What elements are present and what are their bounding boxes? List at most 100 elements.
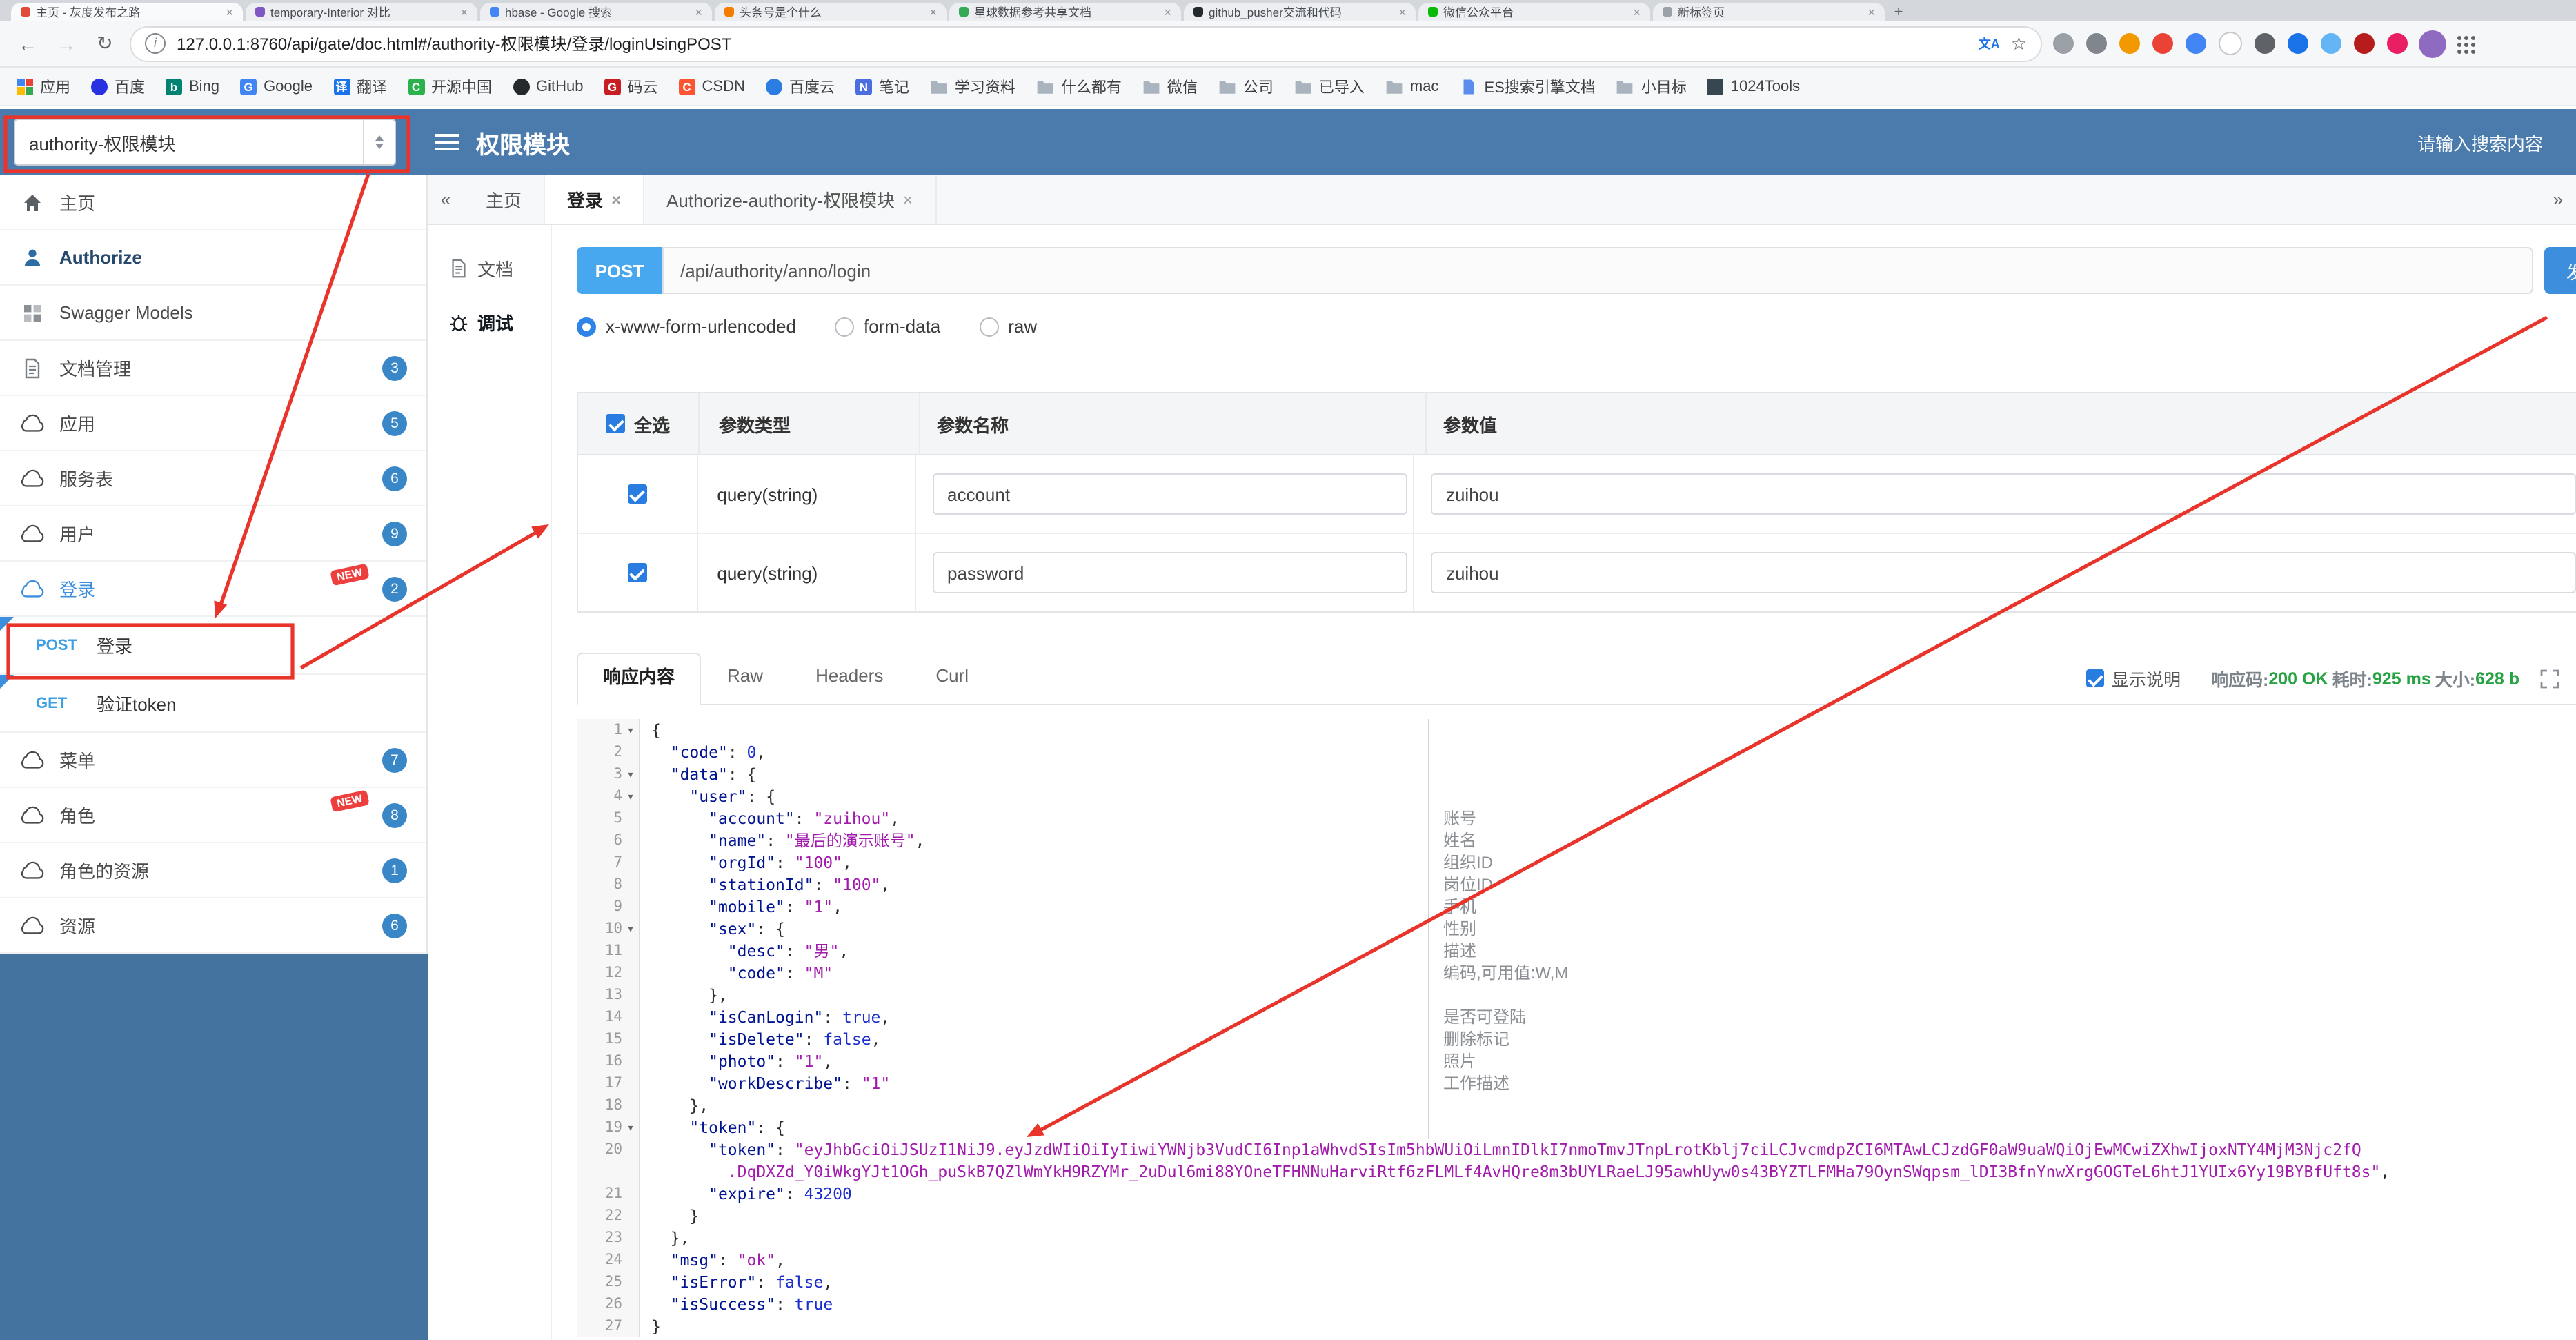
sidebar-item[interactable]: 应用 5 bbox=[0, 396, 426, 451]
tab-close-icon[interactable]: × bbox=[1633, 5, 1641, 19]
tab-close-icon[interactable]: × bbox=[903, 190, 913, 209]
tab-close-icon[interactable]: × bbox=[1867, 5, 1875, 19]
sidebar-item[interactable]: 用户 9 bbox=[0, 506, 426, 562]
tab-close-icon[interactable]: × bbox=[695, 5, 702, 19]
new-tab-icon[interactable]: + bbox=[1888, 4, 1910, 21]
bookmark[interactable]: 公司 bbox=[1218, 75, 1274, 97]
back-icon[interactable]: ← bbox=[14, 32, 41, 55]
info-icon[interactable]: i bbox=[145, 33, 166, 54]
response-tab[interactable]: Headers bbox=[789, 651, 909, 704]
extension-icon[interactable] bbox=[2152, 33, 2173, 54]
bookmark[interactable]: C CSDN bbox=[678, 78, 745, 95]
sidebar-item[interactable]: 角色的资源 1 bbox=[0, 843, 426, 898]
response-tab[interactable]: 响应内容 bbox=[577, 653, 702, 705]
radio-icon[interactable] bbox=[979, 317, 999, 336]
extension-icon[interactable] bbox=[2219, 32, 2242, 55]
panel-tab-文档[interactable]: 文档 bbox=[428, 242, 551, 295]
param-name-input[interactable] bbox=[932, 473, 1407, 515]
menu-icon[interactable] bbox=[435, 134, 459, 150]
sidebar-item[interactable]: Authorize bbox=[0, 230, 426, 286]
content-type-option[interactable]: form-data bbox=[834, 316, 940, 337]
browser-tab[interactable]: 微信公众平台 × bbox=[1418, 3, 1650, 21]
extension-icon[interactable] bbox=[2354, 33, 2375, 54]
tab-close-icon[interactable]: × bbox=[1164, 5, 1171, 19]
browser-tab[interactable]: 星球数据参考共享文档 × bbox=[949, 3, 1181, 21]
radio-icon[interactable] bbox=[577, 317, 596, 336]
bookmark[interactable]: N 笔记 bbox=[855, 75, 909, 97]
select-all-checkbox[interactable] bbox=[606, 414, 626, 433]
extension-icon[interactable] bbox=[2321, 33, 2341, 54]
bookmark[interactable]: 微信 bbox=[1142, 75, 1198, 97]
content-type-option[interactable]: raw bbox=[979, 316, 1037, 337]
sidebar-item[interactable]: 资源 6 bbox=[0, 898, 426, 954]
extension-icon[interactable] bbox=[2255, 33, 2275, 54]
bookmark[interactable]: mac bbox=[1385, 78, 1438, 95]
endpoint-item-post[interactable]: POST 登录 bbox=[0, 617, 426, 675]
show-desc-checkbox[interactable] bbox=[2085, 669, 2103, 687]
content-type-option[interactable]: x-www-form-urlencoded bbox=[577, 316, 796, 337]
tab-close-icon[interactable]: × bbox=[460, 5, 468, 19]
bookmark[interactable]: 1024Tools bbox=[1707, 78, 1800, 95]
bookmark[interactable]: b Bing bbox=[166, 78, 219, 95]
row-checkbox[interactable] bbox=[627, 563, 647, 582]
bookmark[interactable]: G Google bbox=[240, 78, 313, 95]
expand-icon[interactable] bbox=[2540, 669, 2559, 688]
bookmark[interactable]: GitHub bbox=[513, 78, 584, 95]
address-bar[interactable]: i 127.0.0.1:8760/api/gate/doc.html#/auth… bbox=[130, 26, 2042, 61]
sidebar-item[interactable]: 服务表 6 bbox=[0, 451, 426, 506]
bookmark[interactable]: C 开源中国 bbox=[408, 75, 492, 97]
browser-tab[interactable]: hbase - Google 搜索 × bbox=[480, 3, 712, 21]
translate-icon[interactable]: 文A bbox=[1979, 35, 2000, 52]
extension-icon[interactable] bbox=[2387, 33, 2408, 54]
bookmark-star-icon[interactable]: ☆ bbox=[2011, 32, 2027, 55]
fold-caret-icon[interactable]: ▾ bbox=[622, 765, 639, 787]
tabs-scroll-right-icon[interactable]: » bbox=[2540, 175, 2576, 224]
param-value-input[interactable] bbox=[1430, 552, 2576, 593]
url-text[interactable]: 127.0.0.1:8760/api/gate/doc.html#/author… bbox=[177, 32, 1968, 55]
browser-tab[interactable]: temporary-Interior 对比 × bbox=[246, 3, 477, 21]
panel-tab-调试[interactable]: 调试 bbox=[428, 295, 551, 349]
bookmark[interactable]: 已导入 bbox=[1294, 75, 1365, 97]
send-button[interactable]: 发送 bbox=[2544, 247, 2576, 294]
browser-tab[interactable]: 主页 - 灰度发布之路 × bbox=[11, 3, 243, 21]
tab-close-icon[interactable]: × bbox=[929, 5, 937, 19]
doc-tab[interactable]: Authorize-authority-权限模块 × bbox=[644, 175, 937, 224]
header-search[interactable]: 请输入搜索内容 bbox=[2417, 129, 2543, 155]
fold-caret-icon[interactable]: ▾ bbox=[622, 919, 639, 941]
radio-icon[interactable] bbox=[834, 317, 854, 336]
sidebar-item[interactable]: 菜单 7 bbox=[0, 733, 426, 788]
tab-close-icon[interactable]: × bbox=[1398, 5, 1406, 19]
bookmark[interactable]: 百度云 bbox=[765, 75, 835, 97]
tabs-scroll-left-icon[interactable]: « bbox=[428, 175, 464, 224]
doc-tab[interactable]: 登录 × bbox=[545, 175, 645, 224]
extension-icon[interactable] bbox=[2086, 33, 2107, 54]
doc-tab[interactable]: 主页 bbox=[464, 175, 546, 224]
forward-icon[interactable]: → bbox=[52, 32, 80, 55]
bookmark[interactable]: 百度 bbox=[91, 75, 145, 97]
response-tab[interactable]: Raw bbox=[701, 651, 789, 704]
sidebar-item[interactable]: 登录 NEW 2 bbox=[0, 562, 426, 617]
browser-tab[interactable]: github_pusher交流和代码 × bbox=[1184, 3, 1416, 21]
fold-caret-icon[interactable]: ▾ bbox=[622, 720, 639, 742]
reload-icon[interactable]: ↻ bbox=[91, 32, 119, 55]
param-name-input[interactable] bbox=[932, 552, 1407, 593]
sidebar-item[interactable]: 角色 NEW 8 bbox=[0, 788, 426, 843]
extension-icon[interactable] bbox=[2119, 33, 2140, 54]
param-value-input[interactable] bbox=[1430, 473, 2576, 515]
sidebar-item[interactable]: Swagger Models bbox=[0, 286, 426, 341]
module-select[interactable]: authority-权限模块 bbox=[14, 119, 396, 166]
browser-tab[interactable]: 头条号是个什么 × bbox=[715, 3, 947, 21]
bookmark[interactable]: 小目标 bbox=[1616, 75, 1687, 97]
request-url-input[interactable] bbox=[662, 247, 2533, 294]
bookmark[interactable]: ES搜索引擎文档 bbox=[1459, 75, 1596, 97]
sidebar-item[interactable]: 文档管理 3 bbox=[0, 341, 426, 396]
fold-caret-icon[interactable]: ▾ bbox=[622, 787, 639, 809]
tab-close-icon[interactable]: × bbox=[226, 5, 233, 19]
profile-avatar[interactable] bbox=[2419, 30, 2446, 57]
endpoint-item-get[interactable]: GET 验证token bbox=[0, 675, 426, 733]
apps-menu-icon[interactable] bbox=[2457, 34, 2477, 53]
extension-icon[interactable] bbox=[2186, 33, 2206, 54]
bookmark[interactable]: 学习资料 bbox=[930, 75, 1015, 97]
bookmark[interactable]: 译翻译 bbox=[333, 75, 387, 97]
extension-icon[interactable] bbox=[2288, 33, 2308, 54]
